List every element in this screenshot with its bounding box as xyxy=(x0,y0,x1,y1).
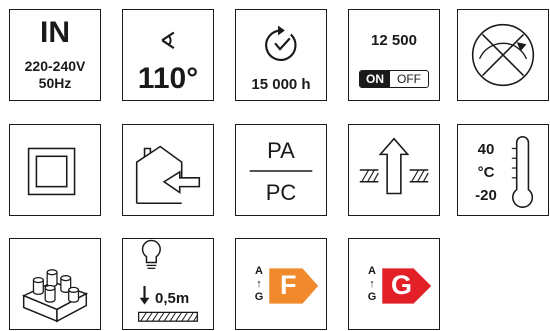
on-off-switch-icon: ON OFF xyxy=(359,70,429,88)
on-label: ON xyxy=(360,71,390,87)
input-voltage-tile: IN 220-240V 50Hz xyxy=(9,9,101,101)
energy-class-f-tile: A ↑ G F xyxy=(235,238,327,330)
flush-mount-arrow-icon xyxy=(359,137,429,195)
beam-angle-tile: 110° xyxy=(122,9,214,101)
input-label: IN xyxy=(40,16,70,49)
frequency-text: 50Hz xyxy=(38,75,72,91)
switching-cycles-value: 12 500 xyxy=(371,32,417,49)
lifetime-tile: 15 000 h xyxy=(235,9,327,101)
off-label: OFF xyxy=(397,72,421,86)
beam-angle-value: 110° xyxy=(137,62,199,95)
mount-distance-value: 0,5m xyxy=(155,290,190,307)
switching-cycles-tile: 12 500 ON OFF xyxy=(348,9,440,101)
energy-class-g-tile: A ↑ G G xyxy=(348,238,440,330)
multipack-icon xyxy=(21,269,89,323)
double-insulation-icon xyxy=(27,147,76,196)
indoor-house-arrow-icon xyxy=(135,145,201,205)
material-bottom: PC xyxy=(265,180,297,205)
lamp-distance-icon xyxy=(138,239,198,322)
energy-letter-f: F xyxy=(280,270,297,300)
no-dimming-icon xyxy=(471,23,535,87)
protection-class-tile xyxy=(9,124,101,216)
mount-distance-tile: 0,5m xyxy=(122,238,214,330)
lifetime-value: 15 000 h xyxy=(251,76,311,93)
package-tile xyxy=(9,238,101,330)
thermometer-icon xyxy=(511,135,534,208)
not-dimmable-tile xyxy=(457,9,549,101)
temperature-tile: 40 °C -20 xyxy=(457,124,549,216)
energy-letter-g: G xyxy=(391,270,413,300)
material-tile: PA PC xyxy=(235,124,327,216)
voltage-text: 220-240V xyxy=(24,58,86,74)
indoor-use-tile xyxy=(122,124,214,216)
installation-tile xyxy=(348,124,440,216)
